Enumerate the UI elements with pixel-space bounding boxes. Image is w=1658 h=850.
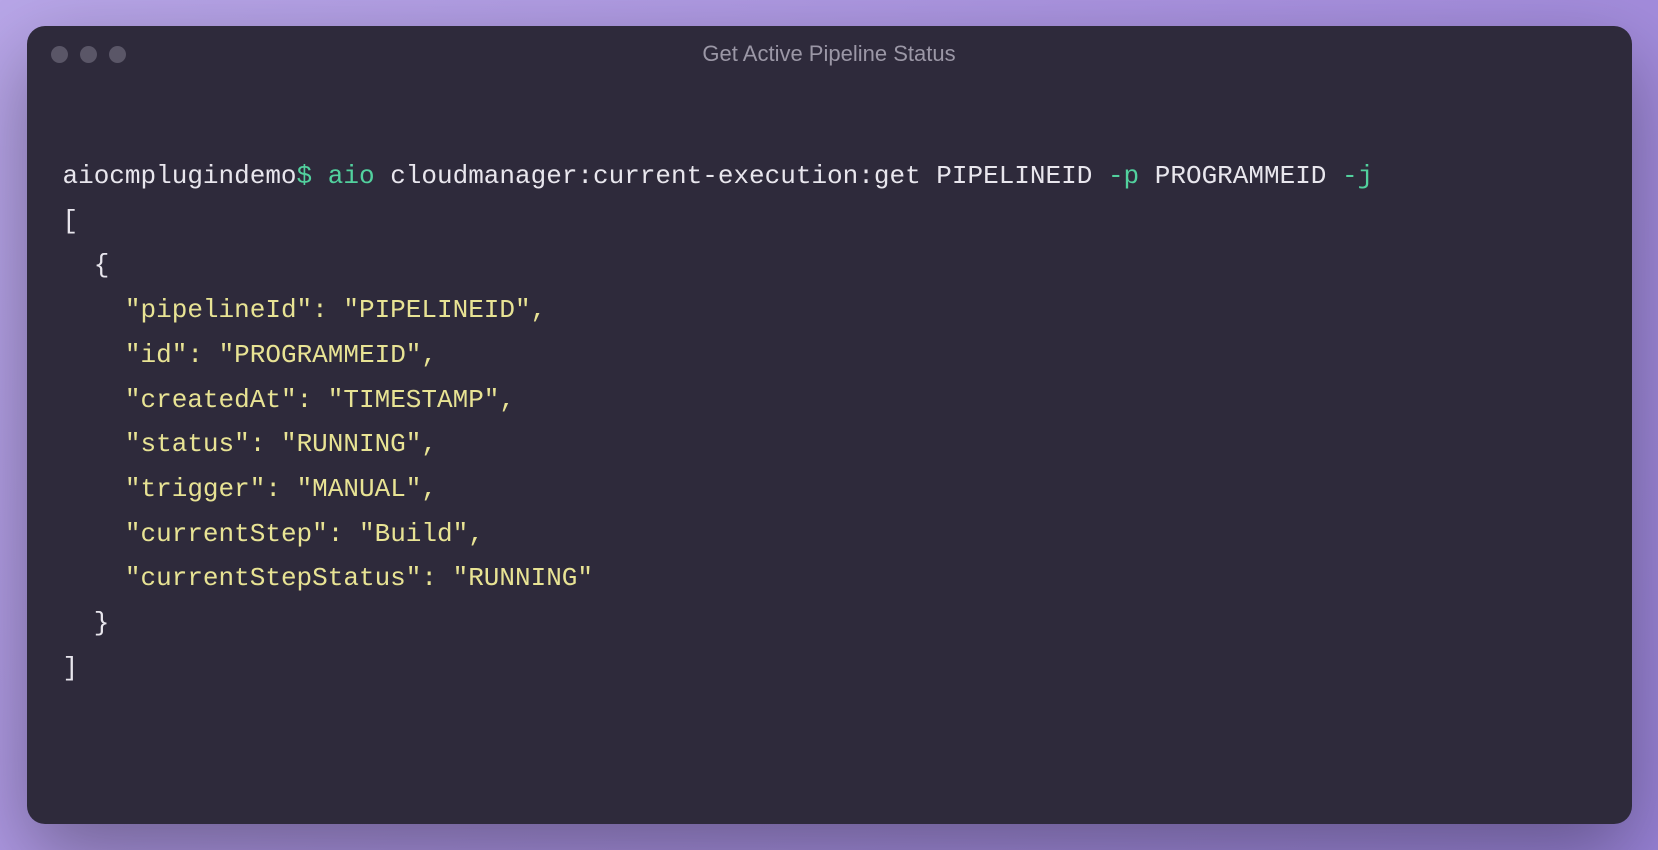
maximize-icon[interactable] <box>109 46 126 63</box>
json-key: "pipelineId" <box>125 295 312 325</box>
json-sep: : <box>328 519 359 549</box>
close-icon[interactable] <box>51 46 68 63</box>
json-sep: : <box>421 563 452 593</box>
terminal-window: Get Active Pipeline Status aiocmpluginde… <box>27 26 1632 824</box>
json-comma: , <box>531 295 547 325</box>
json-sep: : <box>250 429 281 459</box>
json-comma: , <box>421 474 437 504</box>
json-key: "currentStepStatus" <box>125 563 421 593</box>
command-arg: PROGRAMMEID <box>1155 161 1327 191</box>
terminal-body[interactable]: aiocmplugindemo$ aio cloudmanager:curren… <box>27 82 1632 824</box>
titlebar: Get Active Pipeline Status <box>27 26 1632 82</box>
minimize-icon[interactable] <box>80 46 97 63</box>
json-value: "RUNNING" <box>453 563 593 593</box>
json-key: "status" <box>125 429 250 459</box>
json-indent <box>63 385 125 415</box>
json-indent <box>63 474 125 504</box>
traffic-lights <box>51 46 126 63</box>
prompt-symbol: $ <box>297 161 313 191</box>
json-key: "id" <box>125 340 187 370</box>
command-subcommand: cloudmanager:current-execution:get <box>390 161 921 191</box>
json-sep: : <box>187 340 218 370</box>
json-sep: : <box>265 474 296 504</box>
json-indent <box>63 563 125 593</box>
command-flag: -p <box>1108 161 1139 191</box>
json-key: "createdAt" <box>125 385 297 415</box>
json-sep: : <box>297 385 328 415</box>
json-indent <box>63 295 125 325</box>
json-comma: , <box>421 340 437 370</box>
json-comma: , <box>421 429 437 459</box>
json-value: "Build" <box>359 519 468 549</box>
json-indent <box>63 519 125 549</box>
json-value: "MANUAL" <box>297 474 422 504</box>
command-arg: PIPELINEID <box>936 161 1092 191</box>
json-output: [ <box>63 206 79 236</box>
json-comma: , <box>468 519 484 549</box>
json-value: "PIPELINEID" <box>343 295 530 325</box>
json-comma: , <box>499 385 515 415</box>
command-exec: aio <box>328 161 375 191</box>
json-output: } <box>63 608 110 638</box>
json-sep: : <box>312 295 343 325</box>
json-indent <box>63 340 125 370</box>
json-output: ] <box>63 653 79 683</box>
command-flag: -j <box>1342 161 1373 191</box>
prompt-host: aiocmplugindemo <box>63 161 297 191</box>
json-key: "currentStep" <box>125 519 328 549</box>
json-value: "PROGRAMMEID" <box>219 340 422 370</box>
json-output: { <box>63 250 110 280</box>
json-indent <box>63 429 125 459</box>
json-value: "RUNNING" <box>281 429 421 459</box>
json-value: "TIMESTAMP" <box>328 385 500 415</box>
window-title: Get Active Pipeline Status <box>702 41 955 67</box>
json-key: "trigger" <box>125 474 265 504</box>
